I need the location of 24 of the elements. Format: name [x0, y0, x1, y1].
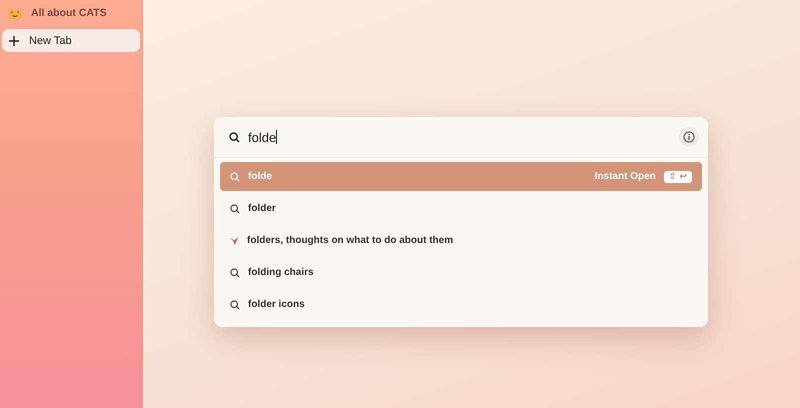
search-icon	[230, 172, 240, 182]
result-item[interactable]: folder	[220, 194, 702, 223]
new-tab-button[interactable]: New Tab	[2, 29, 140, 52]
search-icon	[229, 132, 240, 142]
info-icon	[683, 131, 695, 143]
action-label: Instant Open	[594, 171, 656, 182]
plus-icon	[9, 36, 19, 46]
result-text: folder icons	[248, 299, 306, 310]
heart-eyes-cat-icon	[8, 6, 22, 20]
search-icon	[230, 204, 240, 214]
result-text: folder	[248, 203, 277, 214]
result-text: folders, thoughts on what to do about them	[247, 235, 454, 246]
result-item[interactable]: folding chairs	[220, 258, 702, 287]
result-item[interactable]: folders, thoughts on what to do about them	[220, 226, 702, 255]
result-item[interactable]: folder icons	[220, 290, 702, 319]
search-field[interactable]: folde	[248, 130, 671, 144]
result-text: folding chairs	[248, 267, 315, 278]
bird-icon	[230, 236, 239, 245]
search-icon	[230, 268, 240, 278]
result-text: folde	[248, 171, 273, 182]
space-title: All about CATS	[31, 7, 107, 19]
search-icon	[230, 300, 240, 310]
shortcut-key: ⇧ ↩	[664, 170, 692, 182]
info-button[interactable]	[679, 127, 699, 147]
